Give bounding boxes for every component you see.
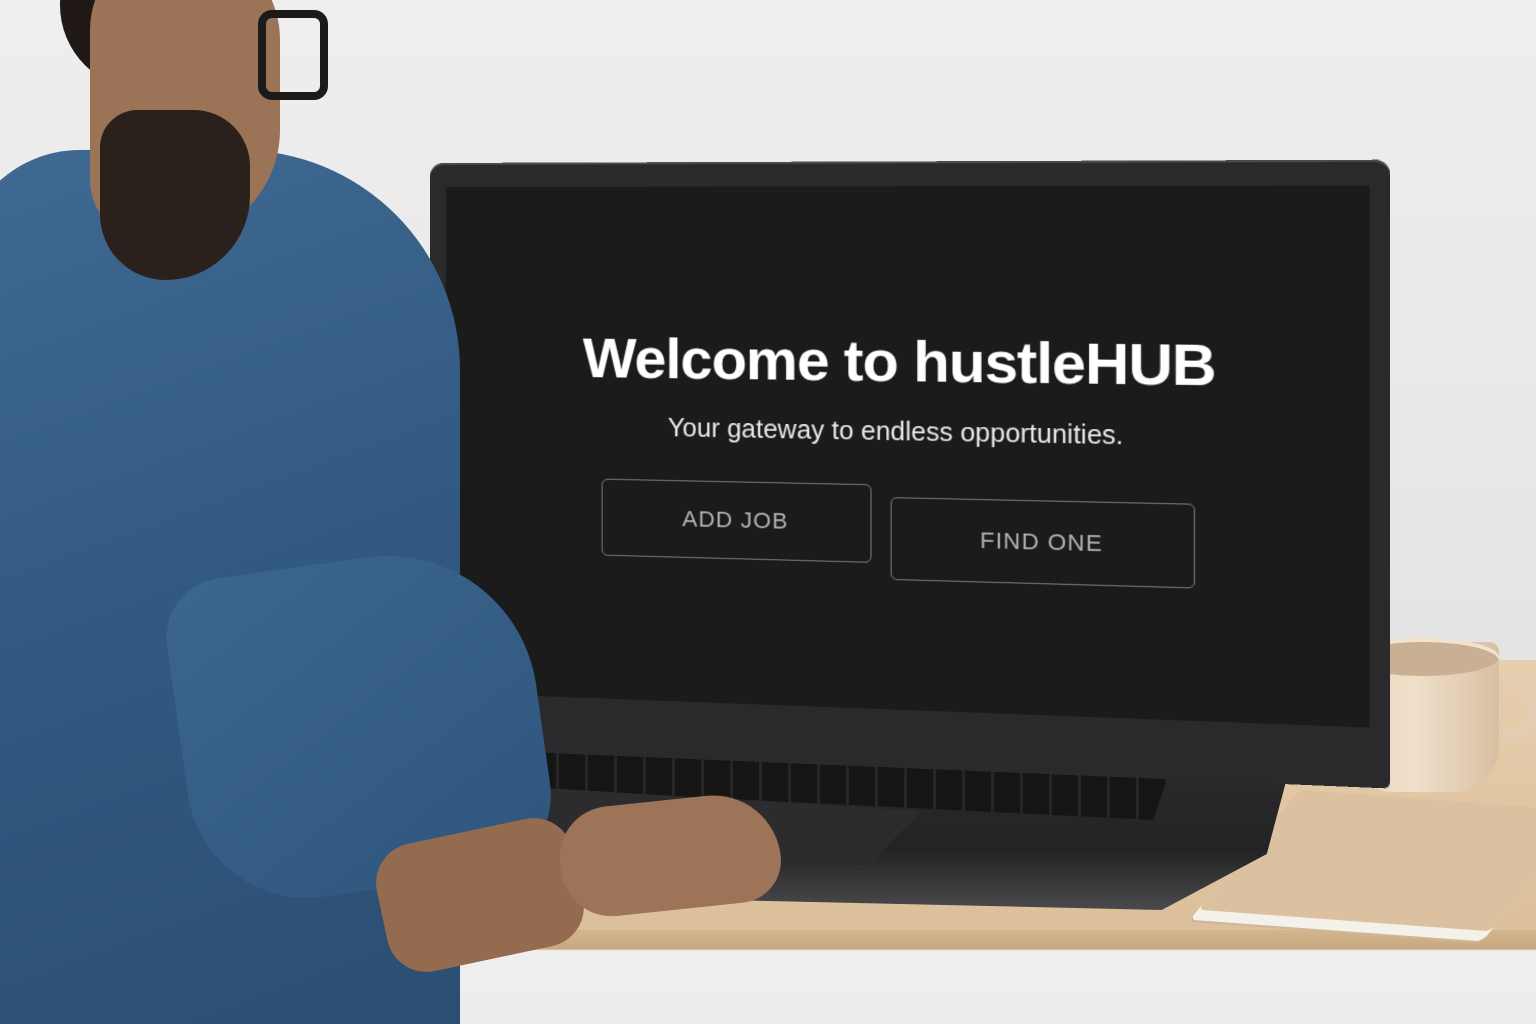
welcome-title: Welcome to hustleHUB	[583, 324, 1216, 399]
action-buttons: ADD JOB FIND ONE	[602, 479, 1195, 589]
laptop-screen: Welcome to hustleHUB Your gateway to end…	[446, 186, 1370, 728]
add-job-button[interactable]: ADD JOB	[602, 479, 872, 563]
welcome-subtitle: Your gateway to endless opportunities.	[668, 414, 1124, 452]
laptop-lid: Welcome to hustleHUB Your gateway to end…	[430, 160, 1390, 789]
find-one-button[interactable]: FIND ONE	[891, 497, 1195, 588]
person-glasses	[258, 10, 328, 100]
photo-scene: Welcome to hustleHUB Your gateway to end…	[0, 0, 1536, 1024]
